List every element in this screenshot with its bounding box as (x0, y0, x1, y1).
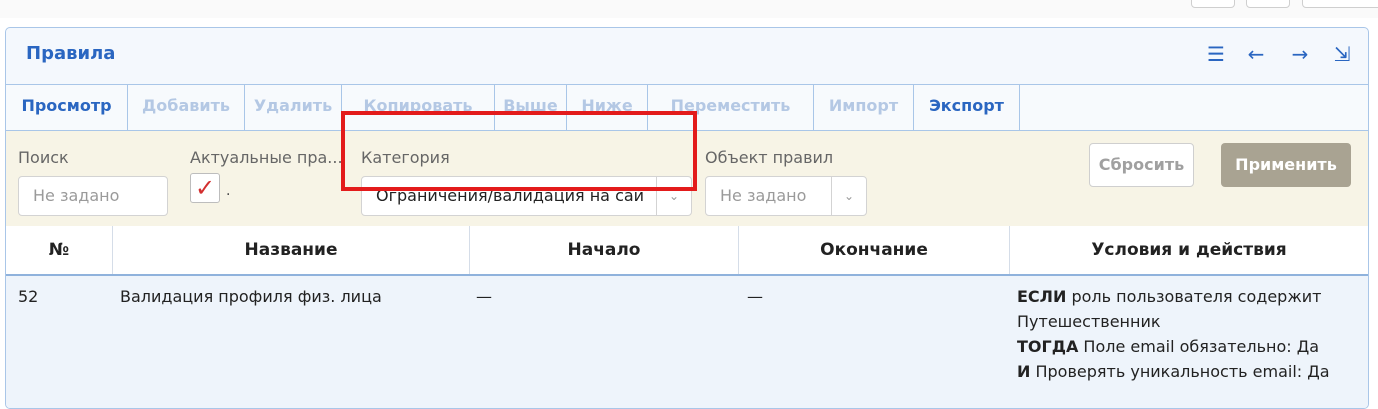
actual-label: Актуальные пра... (190, 148, 343, 167)
col-number[interactable]: № (6, 226, 113, 274)
table-header: № Название Начало Окончание Условия и де… (6, 226, 1368, 276)
if-text-2: Путешественник (1017, 312, 1161, 331)
checkbox-dot: . (226, 183, 231, 199)
tab-import[interactable]: Импорт (814, 85, 914, 131)
and-text: Проверять уникальность email: Да (1030, 362, 1330, 381)
tab-copy[interactable]: Копировать (342, 85, 495, 131)
tab-export[interactable]: Экспорт (914, 85, 1020, 131)
object-select[interactable]: Не задано ⌄ (705, 176, 867, 216)
category-select[interactable]: Ограничения/валидация на сай ⌄ (361, 176, 692, 216)
top-strip (0, 0, 1378, 18)
list-icon[interactable]: ☰ (1206, 43, 1226, 65)
category-label: Категория (361, 148, 450, 167)
collapse-icon[interactable]: ⇲ (1332, 43, 1352, 65)
and-keyword: И (1017, 362, 1031, 381)
if-keyword: ЕСЛИ (1017, 287, 1067, 306)
toolbar-tabs: Просмотр Добавить Удалить Копировать Выш… (6, 84, 1368, 131)
search-input[interactable]: Не задано (18, 176, 168, 216)
tab-add[interactable]: Добавить (128, 85, 245, 131)
panel-title: Правила (26, 43, 116, 64)
top-button-3[interactable] (1302, 0, 1378, 8)
arrow-right-icon[interactable]: → (1290, 43, 1310, 65)
arrow-left-icon[interactable]: ← (1246, 43, 1266, 65)
then-keyword: ТОГДА (1017, 337, 1079, 356)
top-button-2[interactable] (1246, 0, 1290, 8)
then-text: Поле email обязательно: Да (1078, 337, 1320, 356)
col-conditions[interactable]: Условия и действия (1010, 226, 1368, 274)
apply-button[interactable]: Применить (1221, 143, 1351, 187)
col-name[interactable]: Название (113, 226, 470, 274)
tab-view[interactable]: Просмотр (6, 85, 128, 131)
tab-down[interactable]: Ниже (567, 85, 648, 131)
category-value: Ограничения/валидация на сай (376, 186, 645, 205)
search-label: Поиск (18, 148, 69, 167)
row-end: — (747, 287, 763, 306)
object-label: Объект правил (705, 148, 834, 167)
col-start[interactable]: Начало (470, 226, 739, 274)
row-conditions: ЕСЛИ роль пользователя содержит Путешест… (1017, 284, 1362, 384)
object-value: Не задано (720, 186, 807, 205)
col-end[interactable]: Окончание (739, 226, 1010, 274)
top-button-1[interactable] (1191, 0, 1235, 8)
table-row[interactable]: 52 Валидация профиля физ. лица — — ЕСЛИ … (6, 276, 1368, 408)
if-text: роль пользователя содержит (1066, 287, 1322, 306)
row-name: Валидация профиля физ. лица (120, 287, 382, 306)
tab-up[interactable]: Выше (495, 85, 567, 131)
rules-panel: Правила ☰ ← → ⇲ Просмотр Добавить Удалит… (5, 27, 1369, 409)
row-start: — (476, 287, 492, 306)
tab-move[interactable]: Переместить (648, 85, 814, 131)
chevron-down-icon[interactable]: ⌄ (656, 177, 691, 215)
row-number: 52 (18, 287, 39, 306)
actual-checkbox[interactable]: ✓ (190, 173, 220, 203)
reset-button[interactable]: Сбросить (1089, 143, 1194, 187)
tab-delete[interactable]: Удалить (245, 85, 342, 131)
chevron-down-icon[interactable]: ⌄ (831, 177, 866, 215)
